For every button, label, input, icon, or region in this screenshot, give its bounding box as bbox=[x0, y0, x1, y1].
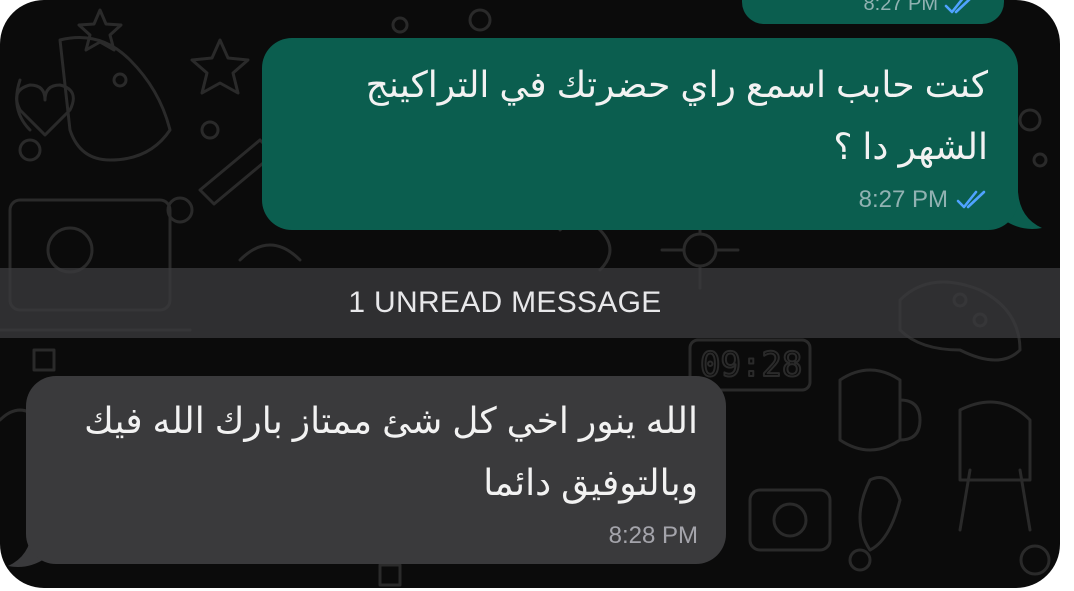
incoming-message-bubble[interactable]: الله ينور اخي كل شئ ممتاز بارك الله فيك … bbox=[26, 376, 726, 564]
double-check-read-icon bbox=[944, 0, 971, 13]
svg-text:09:28: 09:28 bbox=[700, 345, 802, 385]
previous-message-time: 8:27 PM bbox=[863, 0, 938, 15]
incoming-message-time: 8:28 PM bbox=[608, 522, 698, 549]
double-check-read-icon bbox=[956, 190, 986, 209]
previous-outgoing-message-bubble[interactable]: 8:27 PM bbox=[742, 0, 1004, 24]
unread-messages-divider: 1 UNREAD MESSAGE bbox=[0, 268, 1060, 338]
outgoing-message-time: 8:27 PM bbox=[858, 186, 948, 213]
previous-message-meta: 8:27 PM bbox=[864, 0, 978, 16]
outgoing-message-bubble[interactable]: كنت حابب اسمع راي حضرتك في التراكينج الش… bbox=[262, 38, 1018, 230]
outgoing-message-meta: 8:27 PM bbox=[859, 186, 990, 214]
outgoing-message-text: كنت حابب اسمع راي حضرتك في التراكينج الش… bbox=[365, 64, 988, 167]
unread-messages-label: 1 UNREAD MESSAGE bbox=[348, 286, 662, 319]
incoming-message-text: الله ينور اخي كل شئ ممتاز بارك الله فيك … bbox=[84, 400, 698, 503]
chat-screen: 09:28 8:27 PM كنت حابب اسمع راي حضرتك في… bbox=[0, 0, 1060, 588]
incoming-message-meta: 8:28 PM bbox=[609, 522, 698, 550]
